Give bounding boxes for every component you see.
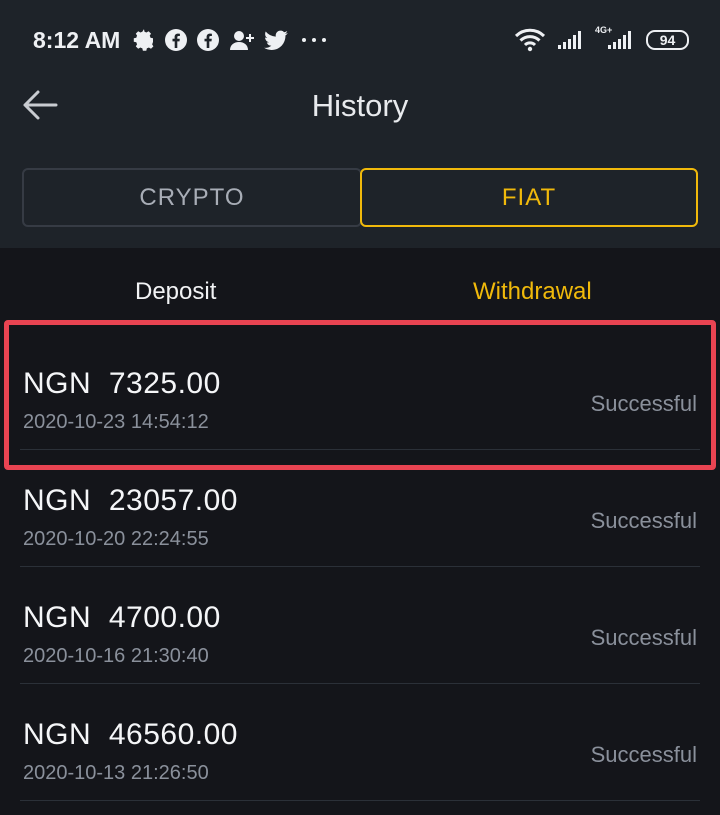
transaction-amount: NGN 23057.00 — [23, 484, 238, 518]
transaction-datetime: 2020-10-16 21:30:40 — [23, 645, 209, 667]
tab-fiat[interactable]: FIAT — [360, 168, 698, 227]
transaction-amount: NGN 46560.00 — [23, 718, 238, 752]
tab-fiat-label: FIAT — [501, 183, 557, 211]
transaction-status: Successful — [590, 625, 697, 650]
transaction-datetime: 2020-10-13 21:26:50 — [23, 762, 209, 784]
tab-crypto[interactable]: CRYPTO — [22, 168, 362, 227]
tab-crypto-label: CRYPTO — [139, 183, 245, 211]
status-bar: 8:12 AM 4G+ 94 — [0, 0, 720, 80]
status-time: 8:12 AM — [33, 27, 121, 53]
transaction-datetime: 2020-10-20 22:24:55 — [23, 528, 209, 550]
facebook-icon — [196, 27, 220, 53]
twitter-icon — [263, 27, 289, 53]
divider — [20, 800, 700, 801]
facebook-icon — [164, 27, 188, 53]
transaction-value: 4700.00 — [108, 601, 221, 634]
transaction-status: Successful — [590, 742, 697, 767]
transaction-amount: NGN 4700.00 — [23, 601, 221, 635]
signal-icon — [556, 27, 584, 53]
more-icon — [300, 27, 328, 53]
transaction-currency: NGN — [23, 484, 92, 517]
transaction-value: 46560.00 — [108, 718, 238, 751]
highlight-box — [4, 320, 716, 470]
subtab-deposit[interactable]: Deposit — [135, 278, 216, 306]
transaction-row[interactable]: NGN 46560.00 2020-10-13 21:26:50 Success… — [0, 684, 720, 801]
transaction-status: Successful — [590, 508, 697, 533]
wifi-icon — [513, 27, 547, 53]
person-add-icon — [229, 27, 255, 53]
transaction-row[interactable]: NGN 4700.00 2020-10-16 21:30:40 Successf… — [0, 567, 720, 684]
gear-icon — [132, 27, 156, 53]
subtab-withdrawal[interactable]: Withdrawal — [473, 278, 592, 306]
transaction-value: 23057.00 — [108, 484, 238, 517]
page-title: History — [311, 88, 409, 123]
transaction-currency: NGN — [23, 601, 92, 634]
battery-indicator: 94 — [646, 30, 689, 50]
transaction-currency: NGN — [23, 718, 92, 751]
signal-icon — [606, 27, 634, 53]
